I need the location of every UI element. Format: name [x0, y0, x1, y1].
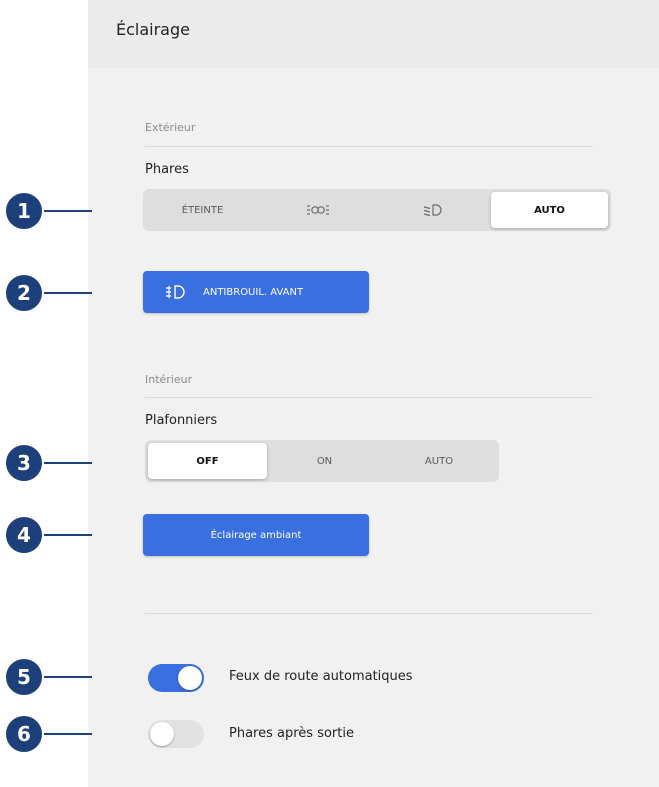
dome-lights-label: Plafonniers	[145, 413, 218, 428]
ambient-lighting-button[interactable]: Éclairage ambiant	[143, 514, 369, 556]
callout-4: 4	[4, 515, 44, 555]
headlights-label: Phares	[145, 162, 189, 177]
front-fog-lights-label: ANTIBROUIL. AVANT	[203, 286, 304, 298]
dome-lights-option-on[interactable]: ON	[269, 443, 380, 479]
panel-title: Éclairage	[116, 20, 190, 39]
callout-line-6	[44, 733, 92, 735]
follow-me-home-label: Phares après sortie	[229, 726, 354, 741]
headlights-option-auto-label: AUTO	[534, 204, 565, 216]
callout-2: 2	[4, 273, 44, 313]
section-label-exterior: Extérieur	[145, 121, 196, 134]
callout-line-2	[44, 292, 92, 294]
parking-lights-icon	[306, 203, 330, 217]
headlights-option-off[interactable]: ÉTEINTE	[146, 192, 259, 228]
divider-exterior	[145, 146, 593, 147]
callout-line-3	[44, 462, 92, 464]
dome-lights-option-off-label: OFF	[196, 455, 219, 467]
callout-line-4	[44, 534, 92, 536]
dome-lights-option-on-label: ON	[316, 455, 333, 467]
headlights-segmented-control: ÉTEINTE AUTO	[143, 189, 611, 231]
auto-high-beam-label: Feux de route automatiques	[229, 669, 413, 684]
dome-lights-segmented-control: OFF ON AUTO	[145, 440, 499, 482]
divider-interior	[145, 397, 593, 398]
callout-line-5	[44, 676, 92, 678]
front-fog-light-icon	[165, 284, 185, 300]
follow-me-home-toggle-knob	[150, 722, 174, 746]
front-fog-lights-button[interactable]: ANTIBROUIL. AVANT	[143, 271, 369, 313]
dome-lights-option-off[interactable]: OFF	[148, 443, 267, 479]
headlights-option-off-label: ÉTEINTE	[181, 204, 224, 216]
follow-me-home-toggle[interactable]	[148, 720, 204, 748]
low-beam-icon	[423, 203, 443, 217]
auto-high-beam-toggle-knob	[178, 666, 202, 690]
dome-lights-option-auto[interactable]: AUTO	[382, 443, 496, 479]
callout-line-1	[44, 210, 92, 212]
ambient-lighting-label: Éclairage ambiant	[210, 529, 302, 541]
headlights-option-parking[interactable]	[261, 192, 374, 228]
divider-toggles	[145, 613, 593, 614]
headlights-option-auto[interactable]: AUTO	[491, 192, 608, 228]
dome-lights-option-auto-label: AUTO	[424, 455, 454, 467]
headlights-option-low-beam[interactable]	[376, 192, 489, 228]
callout-5: 5	[4, 657, 44, 697]
callout-3: 3	[4, 443, 44, 483]
callout-1: 1	[4, 191, 44, 231]
auto-high-beam-toggle[interactable]	[148, 664, 204, 692]
panel-header: Éclairage	[88, 0, 659, 68]
section-label-interior: Intérieur	[145, 373, 193, 386]
callout-6: 6	[4, 714, 44, 754]
